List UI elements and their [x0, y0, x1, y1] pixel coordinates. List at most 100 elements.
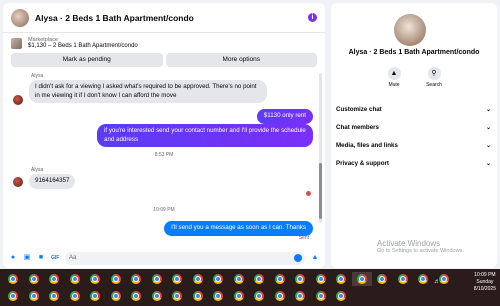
- mark-pending-button[interactable]: Mark as pending: [11, 53, 163, 67]
- taskbar-chrome-button[interactable]: [331, 272, 351, 286]
- chrome-icon: [356, 274, 367, 284]
- menu-media-files-links[interactable]: Media, files and links ⌄: [331, 136, 497, 154]
- taskbar-chrome-button[interactable]: [167, 272, 187, 286]
- clock-time: 10:09 PM: [474, 272, 496, 278]
- taskbar-chrome-button[interactable]: [65, 289, 85, 303]
- taskbar-chrome-button[interactable]: [188, 289, 208, 303]
- taskbar-chrome-button[interactable]: [311, 272, 331, 286]
- chrome-icon: [8, 274, 18, 284]
- composer: ● ▣ ■ GIF Aa ▲: [3, 248, 325, 268]
- scrollbar-thumb[interactable]: [319, 163, 322, 219]
- taskbar-chrome-button[interactable]: [3, 289, 23, 303]
- taskbar-chrome-button[interactable]: [270, 272, 290, 286]
- taskbar-chrome-button[interactable]: [249, 272, 269, 286]
- message-outgoing[interactable]: I'll send you a message as soon as I can…: [164, 221, 313, 236]
- taskbar-chrome-button[interactable]: [65, 272, 85, 286]
- chrome-icon: [69, 291, 80, 301]
- taskbar-chrome-button[interactable]: [106, 289, 126, 303]
- chat-header: Alysa · 2 Beds 1 Bath Apartment/condo i: [3, 3, 325, 33]
- chrome-icon: [172, 274, 182, 284]
- taskbar-chrome-button[interactable]: [229, 289, 249, 303]
- sender-avatar[interactable]: [13, 95, 23, 105]
- mute-button[interactable]: ▲ Mute: [382, 67, 406, 88]
- chrome-icon: [315, 274, 326, 284]
- chrome-icon: [213, 274, 223, 284]
- message-outgoing[interactable]: if you're interested send your contact n…: [97, 124, 313, 147]
- chrome-icon: [110, 291, 121, 301]
- chevron-down-icon: ⌄: [485, 106, 491, 113]
- emoji-icon[interactable]: [294, 253, 302, 262]
- more-options-button[interactable]: More options: [165, 53, 317, 67]
- sent-status: Sent: [298, 235, 309, 241]
- taskbar-chrome-button[interactable]: [208, 272, 228, 286]
- profile-title: Alysa · 2 Beds 1 Bath Apartment/condo: [348, 49, 480, 56]
- sticker-icon[interactable]: ■: [37, 254, 45, 262]
- taskbar-chrome-button[interactable]: [208, 289, 228, 303]
- chrome-icon: [377, 274, 387, 284]
- chrome-icon: [90, 291, 100, 301]
- taskbar-chrome-button[interactable]: [270, 289, 290, 303]
- menu-customize-chat[interactable]: Customize chat ⌄: [331, 100, 497, 118]
- profile-avatar[interactable]: [394, 14, 426, 46]
- taskbar-chrome-button[interactable]: [372, 272, 392, 286]
- taskbar-chrome-button[interactable]: [249, 289, 269, 303]
- volume-icon[interactable]: ♬: [434, 279, 440, 286]
- taskbar-chrome-button[interactable]: [351, 272, 372, 286]
- taskbar-chrome-button[interactable]: [44, 289, 64, 303]
- chrome-icon: [192, 291, 203, 301]
- chrome-icon: [295, 274, 305, 284]
- listing-title: $1,130 – 2 Beds 1 Bath Apartment/condo: [28, 43, 138, 49]
- avatar[interactable]: [11, 8, 29, 27]
- taskbar-chrome-button[interactable]: [167, 289, 187, 303]
- info-icon[interactable]: i: [308, 13, 317, 22]
- gif-icon[interactable]: GIF: [51, 254, 59, 262]
- taskbar-chrome-button[interactable]: [147, 289, 167, 303]
- sender-avatar[interactable]: [13, 177, 23, 187]
- image-icon[interactable]: ▣: [23, 254, 31, 262]
- chrome-icon: [315, 291, 326, 301]
- taskbar-chrome-button[interactable]: [290, 272, 310, 286]
- marketplace-listing[interactable]: Marketplace $1,130 – 2 Beds 1 Bath Apart…: [3, 33, 325, 51]
- menu-item-label: Customize chat: [336, 105, 382, 113]
- search-button[interactable]: ⚲ Search: [422, 67, 446, 88]
- menu-chat-members[interactable]: Chat members ⌄: [331, 118, 497, 136]
- clock[interactable]: 10:09 PM Sunday 8/10/2025: [474, 272, 496, 293]
- menu-privacy-support[interactable]: Privacy & support ⌄: [331, 154, 497, 172]
- taskbar-row: [3, 289, 352, 303]
- taskbar-chrome-button[interactable]: [106, 272, 126, 286]
- clock-date: 8/10/2025: [473, 286, 496, 292]
- message-incoming[interactable]: 9164164357: [29, 174, 76, 189]
- chrome-icon: [254, 291, 264, 301]
- taskbar-chrome-button[interactable]: [229, 272, 249, 286]
- message-outgoing[interactable]: $1130 only rent: [256, 109, 313, 124]
- conversation-info-panel: Alysa · 2 Beds 1 Bath Apartment/condo ▲ …: [331, 3, 497, 268]
- chevron-down-icon: ⌄: [485, 142, 491, 149]
- listing-thumbnail: [11, 37, 22, 49]
- taskbar-chrome-button[interactable]: [24, 272, 44, 286]
- search-icon: ⚲: [427, 67, 441, 80]
- taskbar-chrome-button[interactable]: [311, 289, 331, 303]
- taskbar-chrome-button[interactable]: [24, 289, 44, 303]
- taskbar-chrome-button[interactable]: [188, 272, 208, 286]
- taskbar-chrome-button[interactable]: [393, 272, 413, 286]
- taskbar-chrome-button[interactable]: [126, 289, 146, 303]
- taskbar-chrome-button[interactable]: [85, 272, 105, 286]
- chat-title[interactable]: Alysa · 2 Beds 1 Bath Apartment/condo: [35, 13, 308, 23]
- chevron-up-icon[interactable]: ⌃: [423, 279, 428, 286]
- taskbar-chrome-button[interactable]: [331, 289, 351, 303]
- microphone-icon[interactable]: ●: [9, 254, 17, 262]
- chrome-icon: [233, 274, 244, 284]
- timestamp: 8:53 PM: [154, 152, 174, 158]
- taskbar-chrome-button[interactable]: [3, 272, 23, 286]
- chrome-icon: [172, 291, 182, 301]
- message-incoming[interactable]: I didn't ask for a viewing I asked what'…: [29, 80, 267, 103]
- taskbar-chrome-button[interactable]: [126, 272, 146, 286]
- like-icon[interactable]: ▲: [311, 254, 319, 262]
- info-menu: Customize chat ⌄ Chat members ⌄ Media, f…: [331, 100, 497, 172]
- taskbar-chrome-button[interactable]: [147, 272, 167, 286]
- taskbar-chrome-button[interactable]: [85, 289, 105, 303]
- taskbar-chrome-button[interactable]: [44, 272, 64, 286]
- menu-item-label: Chat members: [336, 123, 379, 131]
- message-input[interactable]: Aa: [65, 251, 305, 265]
- taskbar-chrome-button[interactable]: [290, 289, 310, 303]
